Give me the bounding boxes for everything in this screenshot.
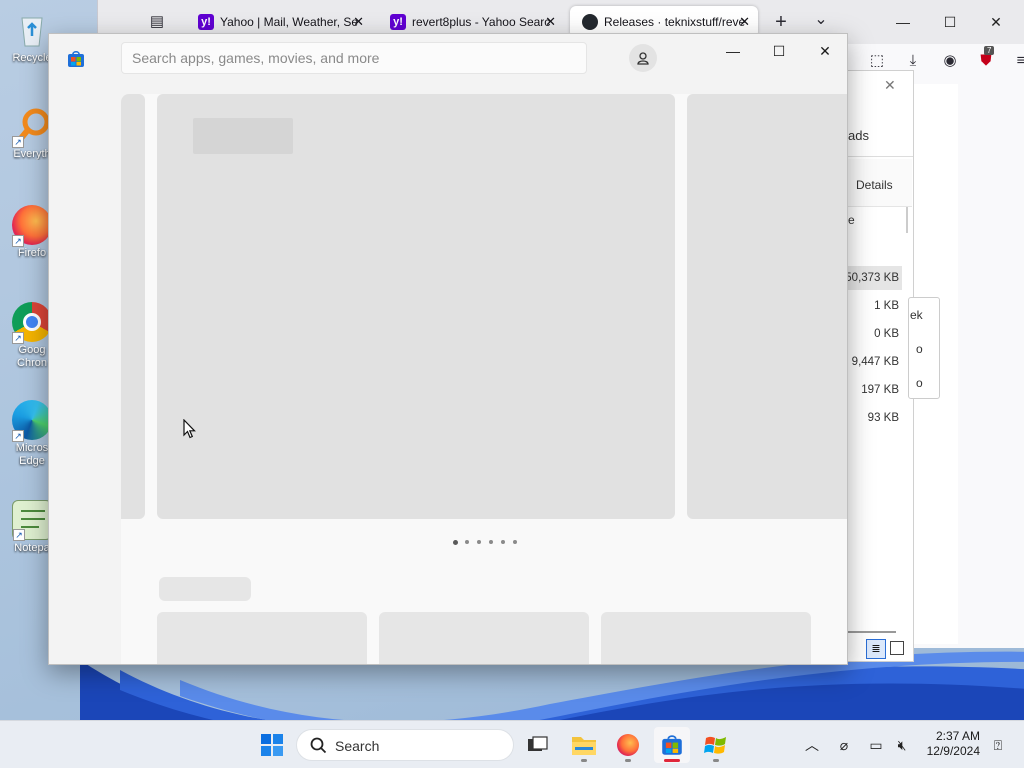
app-card-placeholder[interactable] (601, 612, 811, 664)
recycle-bin-icon (12, 10, 52, 50)
new-tab-button[interactable]: + (770, 11, 792, 33)
downloads-close-icon[interactable]: ✕ (884, 77, 896, 94)
store-minimize-button[interactable]: — (713, 38, 753, 64)
carousel-dot[interactable] (465, 540, 469, 544)
download-size: 50,373 KB (848, 272, 899, 284)
store-content-loading (121, 94, 847, 664)
firefox-page-content: ek o o (908, 84, 958, 644)
github-icon (582, 14, 598, 30)
shortcut-arrow-icon: ↗ (12, 235, 24, 247)
task-view-button[interactable] (520, 727, 556, 763)
clock-time: 2:37 AM (935, 729, 980, 743)
store-logo-icon (662, 735, 682, 755)
start-button[interactable] (254, 727, 290, 763)
taskbar: Search ︿ ⌀ ▭ 🔇︎ 2:37 AM 12/9/2024 ⍰ (0, 720, 1024, 768)
button-fragment[interactable]: ek (910, 308, 923, 322)
taskbar-firefox[interactable] (610, 727, 646, 763)
store-maximize-button[interactable]: ☐ (759, 38, 799, 64)
store-search-input[interactable]: Search apps, games, movies, and more (121, 42, 587, 74)
notifications-icon[interactable]: ⍰ (988, 735, 1008, 755)
everything-search-icon: ↗ (12, 106, 52, 148)
carousel-dot[interactable] (453, 540, 458, 545)
downloads-icon[interactable]: ⤓ (902, 50, 924, 72)
carousel-dot[interactable] (513, 540, 517, 544)
firefox-maximize-button[interactable]: ☐ (935, 8, 965, 36)
active-indicator (664, 759, 680, 762)
search-icon (310, 737, 327, 754)
taskbar-clock[interactable]: 2:37 AM 12/9/2024 (927, 729, 980, 759)
taskbar-search-box[interactable]: Search (296, 729, 514, 761)
folder-icon (572, 737, 596, 755)
carousel-pager (453, 540, 523, 548)
yahoo-favicon-icon: y! (390, 14, 406, 30)
taskbar-microsoft-store[interactable] (654, 727, 690, 763)
carousel-dot[interactable] (501, 540, 505, 544)
running-indicator (713, 759, 719, 762)
details-view-icon[interactable]: ≣ (866, 639, 886, 659)
windows-flag-icon (704, 736, 726, 754)
chrome-icon: ↗ (12, 302, 52, 344)
firefox-close-button[interactable]: ✕ (981, 8, 1011, 36)
tiles-view-icon[interactable] (890, 641, 904, 655)
account-icon[interactable]: ◉ (939, 50, 961, 72)
shortcut-arrow-icon: ↗ (12, 136, 24, 148)
button-fragment[interactable]: o (916, 342, 923, 356)
volume-muted-icon[interactable]: 🔇︎ (892, 735, 912, 755)
download-size: 93 KB (867, 412, 899, 424)
firefox-icon: ↗ (12, 205, 52, 247)
shortcut-arrow-icon: ↗ (12, 332, 24, 344)
hero-card-previous[interactable] (121, 94, 145, 519)
store-logo-icon (67, 50, 85, 68)
button-fragment[interactable]: o (916, 376, 923, 390)
yahoo-favicon-icon: y! (198, 14, 214, 30)
carousel-dot[interactable] (477, 540, 481, 544)
download-size: 197 KB (861, 384, 899, 396)
microsoft-store-window: Search apps, games, movies, and more — ☐… (48, 33, 848, 665)
hero-card-next[interactable] (687, 94, 847, 519)
app-card-placeholder[interactable] (157, 612, 367, 664)
carousel-dot[interactable] (489, 540, 493, 544)
section-title-placeholder (159, 577, 251, 601)
tab-title: Releases · teknixstuff/reve (604, 15, 746, 29)
shortcut-arrow-icon: ↗ (12, 430, 24, 442)
running-indicator (581, 759, 587, 762)
edge-icon: ↗ (12, 400, 52, 442)
firefox-view-icon[interactable]: ▤ (146, 11, 168, 33)
downloads-panel: ✕ ads Details e 50,373 KB 1 KB 0 KB 9,44… (848, 70, 914, 662)
tab-list-button[interactable]: ⌄ (810, 9, 832, 31)
hero-title-placeholder (193, 118, 293, 154)
download-size: 0 KB (874, 328, 899, 340)
account-avatar-icon[interactable] (629, 44, 657, 72)
taskbar-search-label: Search (335, 738, 380, 754)
tab-title: Yahoo | Mail, Weather, Se (220, 15, 359, 29)
firefox-icon (617, 734, 639, 756)
network-disconnected-icon[interactable]: ⌀ (834, 735, 854, 755)
clock-date: 12/9/2024 (926, 744, 980, 758)
running-indicator (625, 759, 631, 762)
shortcut-arrow-icon: ↗ (13, 529, 25, 541)
firefox-minimize-button[interactable]: — (888, 8, 918, 36)
hero-card-current[interactable] (157, 94, 675, 519)
store-close-button[interactable]: ✕ (805, 38, 845, 64)
column-header-fragment: e (848, 213, 855, 227)
notepad-icon: ↗ (12, 500, 52, 541)
download-size: 9,447 KB (851, 356, 899, 368)
download-size: 1 KB (874, 300, 899, 312)
taskbar-legacy-app[interactable] (698, 727, 734, 763)
mouse-cursor-icon (183, 418, 197, 439)
downloads-title-fragment: ads (848, 128, 869, 143)
extension-badge: 7 (984, 46, 995, 55)
show-hidden-icons-chevron-icon[interactable]: ︿ (802, 735, 822, 755)
app-card-placeholder[interactable] (379, 612, 589, 664)
display-icon[interactable]: ▭ (866, 735, 886, 755)
taskbar-file-explorer[interactable] (566, 727, 602, 763)
extensions-icon[interactable]: ⬚ (866, 50, 888, 72)
tab-title: revert8plus - Yahoo Searc (412, 15, 551, 29)
menu-icon[interactable]: ≡ (1010, 50, 1024, 72)
details-tab[interactable]: Details (856, 178, 893, 192)
